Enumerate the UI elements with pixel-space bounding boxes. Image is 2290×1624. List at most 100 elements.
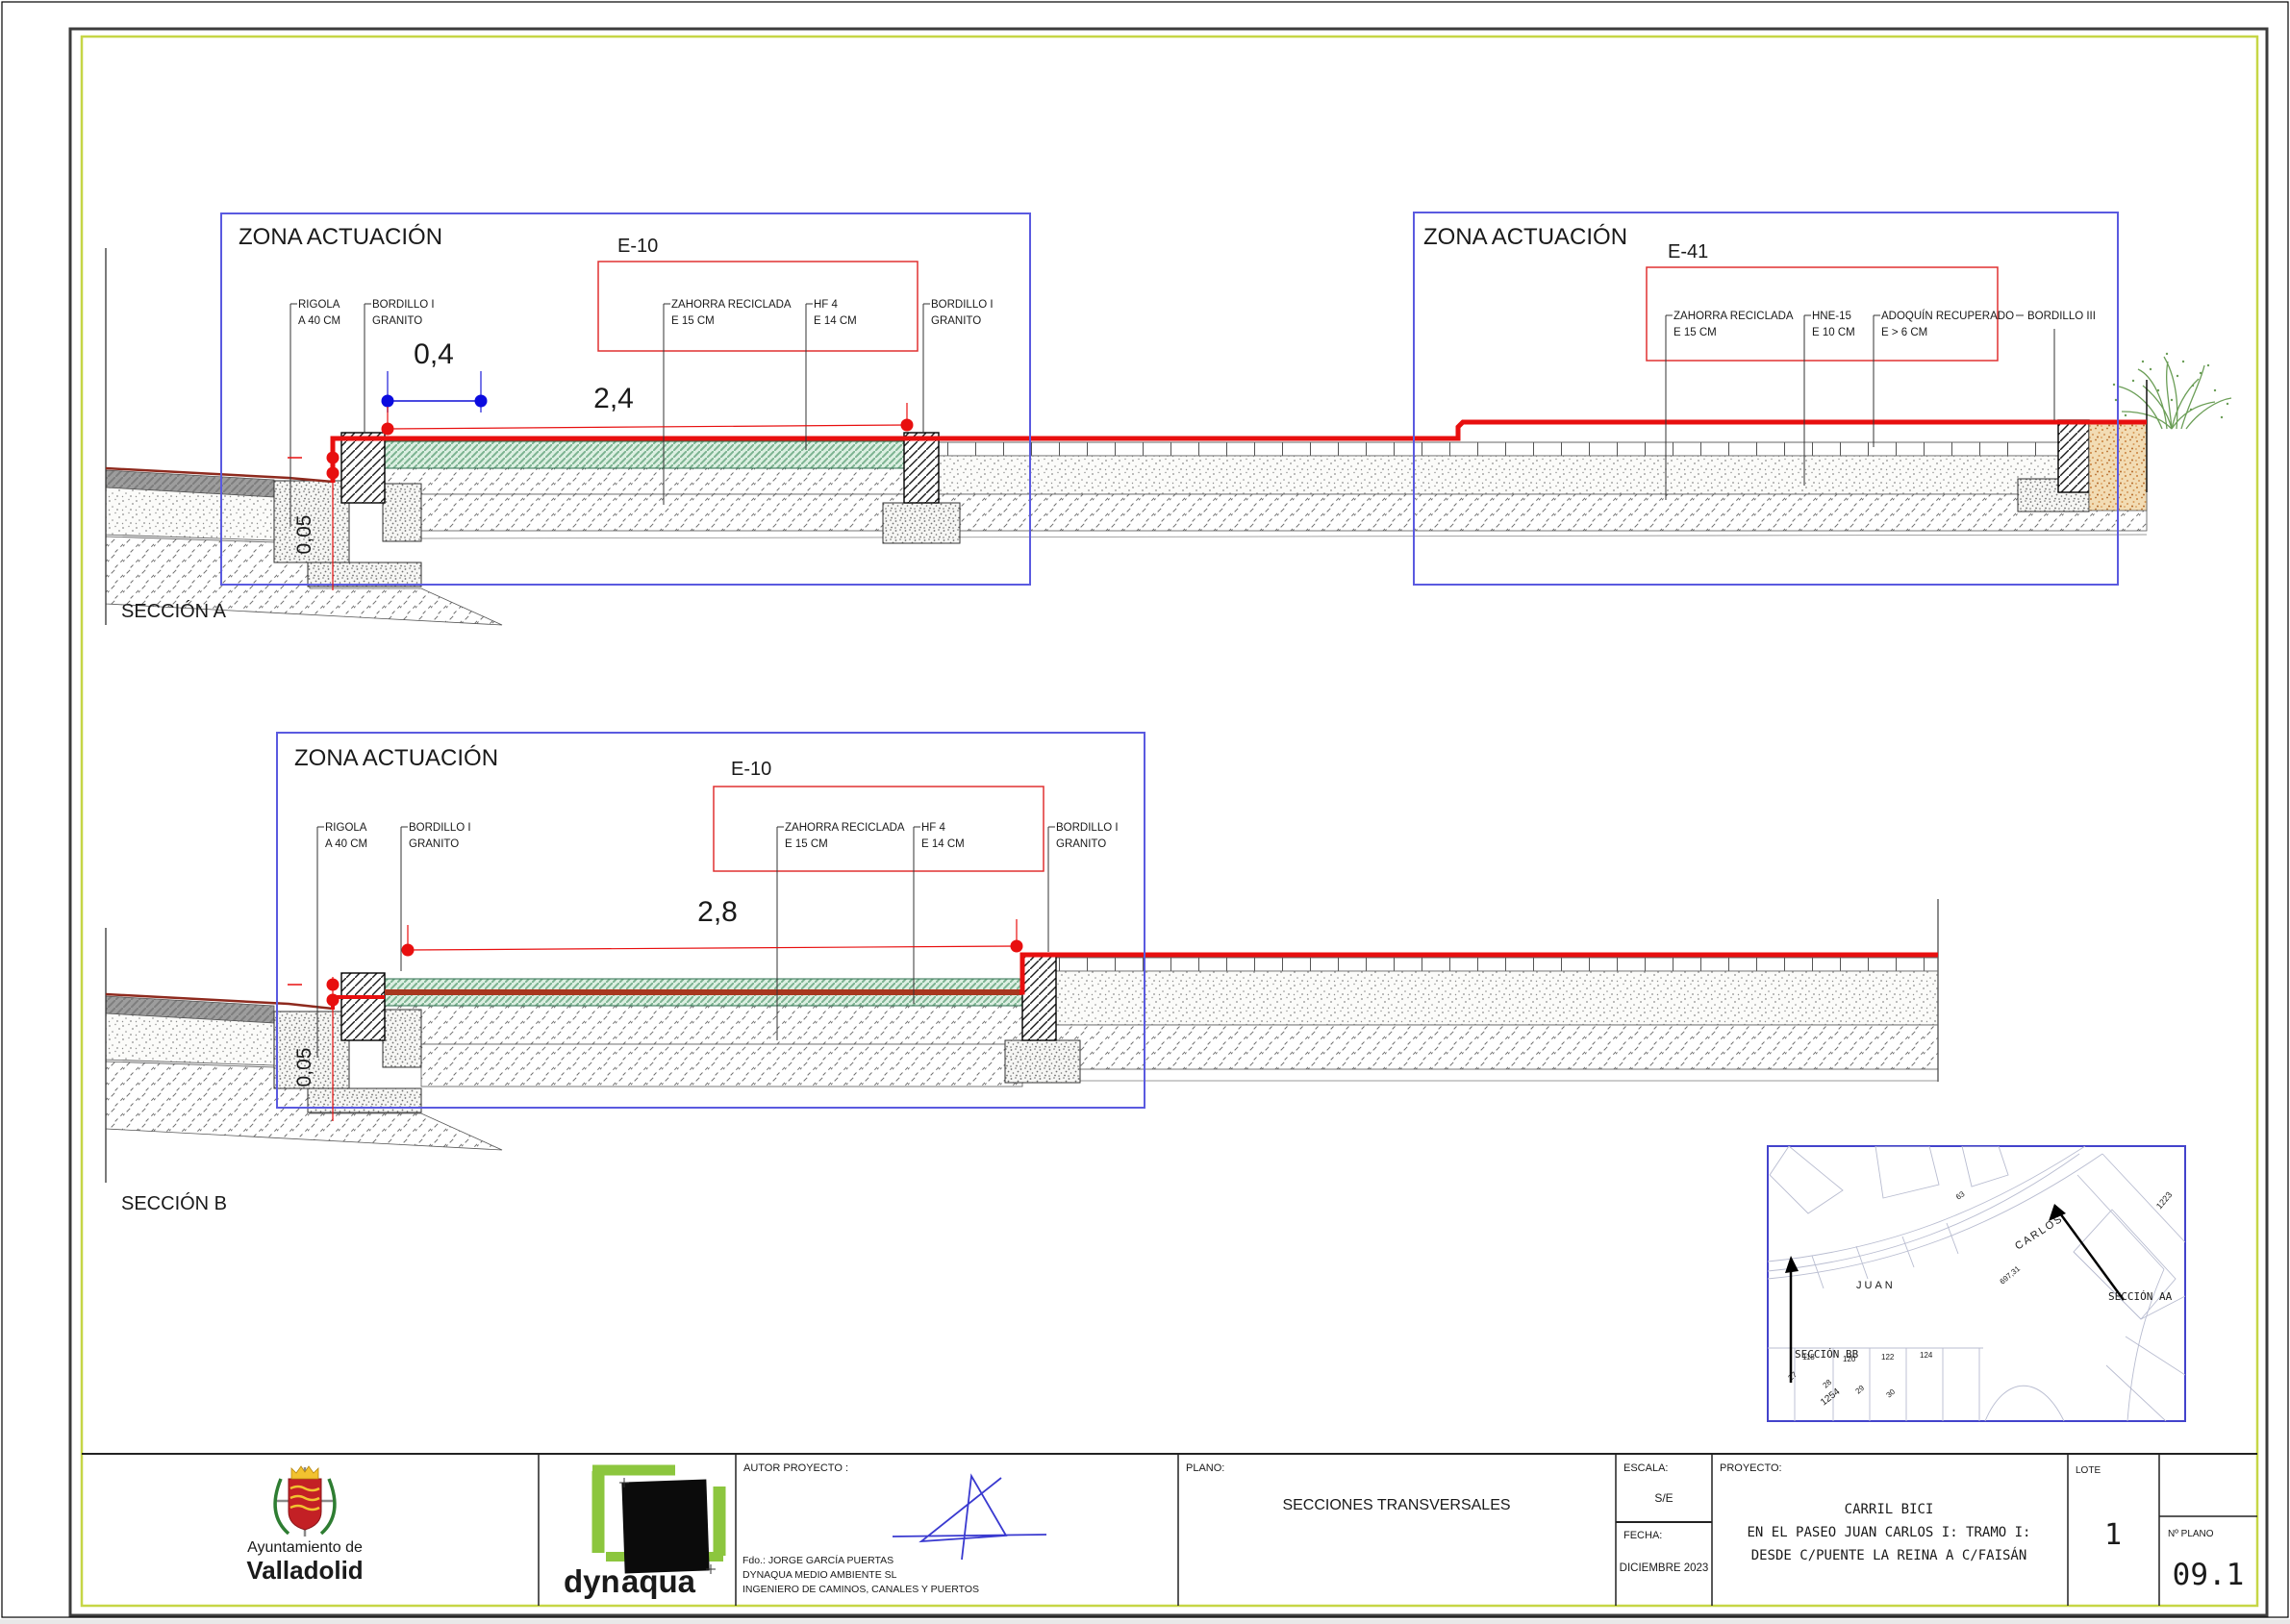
callout-hf4-sub: E 14 CM [921, 838, 965, 850]
valladolid-logo [275, 1466, 335, 1537]
callout-bordillo-right: BORDILLO I [1056, 822, 1119, 834]
proyecto-line3: DESDE C/PUENTE LA REINA A C/FAISÁN [1751, 1547, 2027, 1563]
proyecto-line1: CARRIL BICI [1845, 1502, 1934, 1517]
bordillo-iii [2058, 420, 2089, 492]
callout-zahorra: ZAHORRA RECICLADA [785, 822, 905, 834]
nplano-value: 09.1 [2173, 1558, 2245, 1592]
fecha-label: FECHA: [1623, 1530, 1662, 1541]
callout-bordillo-left-sub: GRANITO [372, 315, 422, 327]
callout-bordillo-right: BORDILLO I [931, 299, 994, 311]
zahorra-layer [385, 1006, 1022, 1044]
autor-label: AUTOR PROYECTO : [743, 1462, 848, 1474]
dynaqua-logo [592, 1470, 723, 1574]
zone-title: ZONA ACTUACIÓN [1423, 224, 1627, 250]
callout-hne15: HNE-15 [1812, 311, 1851, 322]
callout-bordillo-iii: BORDILLO III [2027, 311, 2096, 322]
bordillo-i-right [1022, 954, 1056, 1040]
callout-adoquin: ADOQUÍN RECUPERADO [1881, 310, 2014, 322]
lote-label: LOTE [2076, 1465, 2101, 1476]
bordillo-i-left [341, 973, 385, 1040]
lote-value: 1 [2104, 1518, 2122, 1552]
callout-bordillo-right-sub: GRANITO [931, 315, 981, 327]
dim-04-value: 0,4 [414, 338, 454, 370]
road-base-layer [106, 1013, 274, 1065]
detail-code: E-41 [1668, 241, 1708, 262]
fecha-value: DICIEMBRE 2023 [1620, 1562, 1709, 1574]
callout-adoquin-sub: E > 6 CM [1881, 327, 1927, 338]
nplano-label: Nº PLANO [2168, 1529, 2214, 1539]
subgrade-band-left [421, 1044, 1022, 1087]
callout-zahorra-e41-sub: E 15 CM [1673, 327, 1717, 338]
curb-footing [383, 1010, 421, 1067]
plano-value: SECCIONES TRANSVERSALES [1282, 1497, 1510, 1513]
firma-line1: Fdo.: JORGE GARCÍA PUERTAS [742, 1554, 893, 1566]
section-aa-label: SECCIÓN AA [2108, 1290, 2173, 1303]
callout-zahorra: ZAHORRA RECICLADA [671, 299, 792, 311]
dimension-28: 2,8 [402, 896, 1023, 957]
callout-bordillo-right-sub: GRANITO [1056, 838, 1106, 850]
dimension-24: 2,4 [382, 383, 914, 436]
parcel-number: 122 [1881, 1353, 1895, 1362]
sidewalk-base [1056, 971, 1938, 1025]
zone-title: ZONA ACTUACIÓN [239, 224, 442, 250]
callout-zahorra-sub: E 15 CM [671, 315, 715, 327]
section-b [106, 899, 1938, 1183]
dim-005-value: 0,05 [293, 515, 315, 555]
callout-rigola-sub: A 40 CM [325, 838, 367, 850]
laurel-right [321, 1479, 335, 1534]
callout-bordillo-left: BORDILLO I [372, 299, 435, 311]
logo-dyn: dyn [564, 1563, 620, 1599]
proyecto-label: PROYECTO: [1720, 1462, 1782, 1474]
plano-label: PLANO: [1186, 1462, 1224, 1474]
escala-label: ESCALA: [1623, 1462, 1668, 1474]
callout-rigola: RIGOLA [298, 299, 340, 311]
paver-row [1056, 958, 1938, 971]
plan-drawing: ZONA ACTUACIÓN ZONA ACTUACIÓN E-10 E-41 … [0, 0, 2290, 1619]
callout-hf4: HF 4 [814, 299, 839, 311]
callout-zahorra-e41: ZAHORRA RECICLADA [1673, 311, 1794, 322]
curb-footing [308, 1088, 421, 1112]
proyecto-line2: EN EL PASEO JUAN CARLOS I: TRAMO I: [1747, 1525, 2030, 1540]
zone-title: ZONA ACTUACIÓN [294, 745, 498, 771]
escala-value: S/E [1654, 1491, 1673, 1505]
plant-sketch [2113, 353, 2231, 429]
ayto-line2: Valladolid [246, 1556, 363, 1585]
callout-rigola-sub: A 40 CM [298, 315, 340, 327]
location-map: JUAN CARLOS 118 120 122 124 27 28 29 30 … [1768, 1146, 2185, 1421]
parcel-number: 124 [1920, 1351, 1933, 1360]
subgrade-band-right [1022, 1025, 1938, 1069]
drawing-sheet: ZONA ACTUACIÓN ZONA ACTUACIÓN E-10 E-41 … [0, 0, 2290, 1619]
sidewalk-base [939, 456, 2058, 494]
callout-bordillo-left-sub: GRANITO [409, 838, 459, 850]
bordillo-i-right [904, 433, 939, 503]
section-b-title: SECCIÓN B [121, 1192, 227, 1214]
callout-hf4-sub: E 14 CM [814, 315, 857, 327]
paver-row [939, 442, 2058, 456]
callout-hf4: HF 4 [921, 822, 946, 834]
section-a-title: SECCIÓN A [121, 600, 227, 622]
callout-hne15-sub: E 10 CM [1812, 327, 1855, 338]
bordillo-i-left [341, 433, 385, 503]
curb-footing [383, 484, 421, 541]
logo-aqua: aqua [621, 1563, 696, 1599]
firma-line2: DYNAQUA MEDIO AMBIENTE SL [742, 1569, 897, 1581]
callout-bordillo-left: BORDILLO I [409, 822, 471, 834]
ayto-line1: Ayuntamiento de [247, 1539, 363, 1556]
section-a-annotations: ZONA ACTUACIÓN ZONA ACTUACIÓN E-10 E-41 … [121, 212, 2118, 622]
road-base-layer [106, 487, 274, 540]
detail-code: E-10 [617, 236, 658, 257]
curb-footing [308, 562, 421, 587]
firma-line3: INGENIERO DE CAMINOS, CANALES Y PUERTOS [742, 1584, 979, 1595]
street-name-juan: JUAN [1856, 1280, 1896, 1291]
curb-footing [1005, 1040, 1080, 1083]
dim-005-value: 0,05 [293, 1048, 315, 1087]
subgrade-band [421, 494, 2147, 531]
section-bb-label: SECCIÓN BB [1795, 1348, 1859, 1361]
dimension-04: 0,4 [382, 338, 488, 412]
zahorra-layer [385, 468, 907, 494]
dim-28-value: 2,8 [697, 896, 738, 928]
callout-rigola: RIGOLA [325, 822, 367, 834]
hf4-bike-layer [385, 441, 907, 468]
callout-zahorra-sub: E 15 CM [785, 838, 828, 850]
section-b-annotations: ZONA ACTUACIÓN E-10 SECCIÓN B RIGOLA A 4… [121, 733, 1145, 1214]
